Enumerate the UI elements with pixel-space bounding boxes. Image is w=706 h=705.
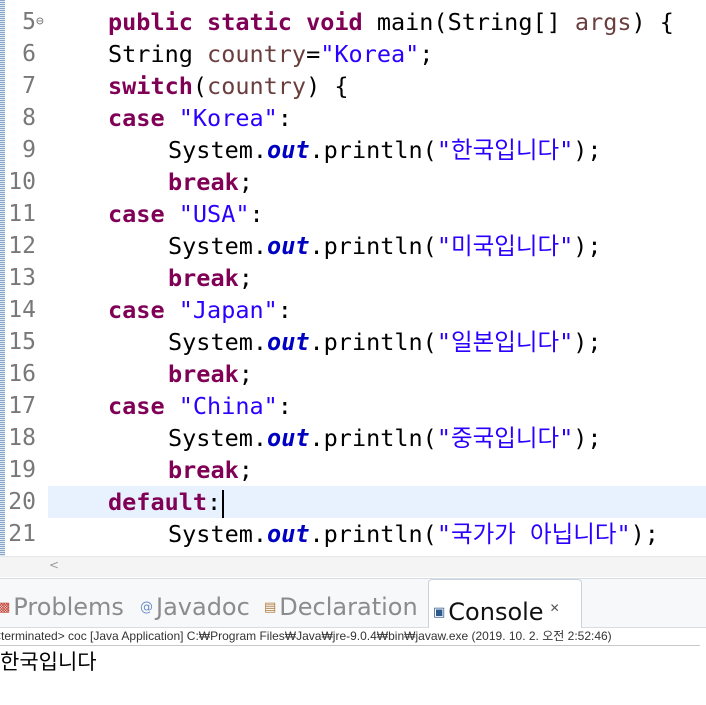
code-line-19[interactable]: 19 break; xyxy=(0,454,706,486)
line-number: 16 xyxy=(8,361,36,387)
line-number: 12 xyxy=(8,233,36,259)
code-line-11[interactable]: 11 case "USA": xyxy=(0,198,706,230)
code-text: break; xyxy=(168,360,253,388)
code-text: System.out.println("중국입니다"); xyxy=(168,424,602,452)
line-number: 13 xyxy=(8,265,36,291)
bottom-panel-tabs: ▩ Problems @ Javadoc ▤ Declaration ▣ Console… xyxy=(0,578,706,628)
line-number: 8 xyxy=(22,105,36,131)
line-number: 9 xyxy=(22,137,36,163)
line-number: 21 xyxy=(8,521,36,547)
console-output[interactable]: 한국입니다 xyxy=(0,646,706,686)
code-line-18[interactable]: 18 System.out.println("중국입니다"); xyxy=(0,422,706,454)
code-line-7[interactable]: 7 switch(country) { xyxy=(0,70,706,102)
code-line-6[interactable]: 6 String country="Korea"; xyxy=(0,38,706,70)
javadoc-icon: @ xyxy=(140,600,153,615)
code-line-21[interactable]: 21 System.out.println("국가가 아닙니다"); xyxy=(0,518,706,550)
code-text: break; xyxy=(168,168,253,196)
code-line-12[interactable]: 12 System.out.println("미국입니다"); xyxy=(0,230,706,262)
line-number: 14 xyxy=(8,297,36,323)
declaration-icon: ▤ xyxy=(264,600,277,615)
code-line-5[interactable]: 5 ⊖ public static void main(String[] arg… xyxy=(0,6,706,38)
scroll-left-icon[interactable]: < xyxy=(49,558,59,572)
tab-problems[interactable]: ▩ Problems xyxy=(0,579,128,627)
code-line-20[interactable]: 20 default: xyxy=(0,486,706,518)
code-line-14[interactable]: 14 case "Japan": xyxy=(0,294,706,326)
code-text: System.out.println("한국입니다"); xyxy=(168,136,602,164)
code-text: System.out.println("미국입니다"); xyxy=(168,232,602,260)
code-text: case "Korea": xyxy=(108,104,292,132)
horizontal-scrollbar[interactable]: < xyxy=(0,556,706,577)
code-line-8[interactable]: 8 case "Korea": xyxy=(0,102,706,134)
code-text: case "USA": xyxy=(108,200,264,228)
collapse-icon[interactable]: ⊖ xyxy=(36,6,46,38)
code-line-9[interactable]: 9 System.out.println("한국입니다"); xyxy=(0,134,706,166)
line-number: 20 xyxy=(8,489,36,515)
code-text: System.out.println("일본입니다"); xyxy=(168,328,602,356)
code-text: public static void main(String[] args) { xyxy=(108,8,674,36)
code-text: switch(country) { xyxy=(108,72,349,100)
problems-icon: ▩ xyxy=(0,600,11,615)
line-number: 15 xyxy=(8,329,36,355)
tab-declaration[interactable]: ▤ Declaration xyxy=(264,579,424,627)
code-text: case "China": xyxy=(108,392,292,420)
code-text: case "Japan": xyxy=(108,296,292,324)
code-text: String country="Korea"; xyxy=(108,40,434,68)
code-line-13[interactable]: 13 break; xyxy=(0,262,706,294)
text-caret xyxy=(222,489,225,518)
code-line-10[interactable]: 10 break; xyxy=(0,166,706,198)
tab-console[interactable]: ▣ Console ✕ xyxy=(428,579,582,628)
close-icon[interactable]: ✕ xyxy=(550,601,560,615)
line-number: 6 xyxy=(22,41,36,67)
code-editor[interactable]: 5 ⊖ public static void main(String[] arg… xyxy=(0,0,706,556)
line-number: 18 xyxy=(8,425,36,451)
line-number: 10 xyxy=(8,169,36,195)
tab-javadoc[interactable]: @ Javadoc xyxy=(140,579,258,627)
code-line-16[interactable]: 16 break; xyxy=(0,358,706,390)
code-line-17[interactable]: 17 case "China": xyxy=(0,390,706,422)
console-status-line: <terminated> coc [Java Application] C:₩P… xyxy=(0,627,700,646)
line-number: 17 xyxy=(8,393,36,419)
line-number: 5 xyxy=(22,9,36,35)
code-line-15[interactable]: 15 System.out.println("일본입니다"); xyxy=(0,326,706,358)
code-text: default: xyxy=(108,486,225,518)
console-icon: ▣ xyxy=(433,605,446,620)
line-number: 7 xyxy=(22,73,36,99)
code-text: break; xyxy=(168,264,253,292)
code-text: System.out.println("국가가 아닙니다"); xyxy=(168,520,659,548)
code-text: break; xyxy=(168,456,253,484)
line-number: 19 xyxy=(8,457,36,483)
line-number: 11 xyxy=(8,201,36,227)
